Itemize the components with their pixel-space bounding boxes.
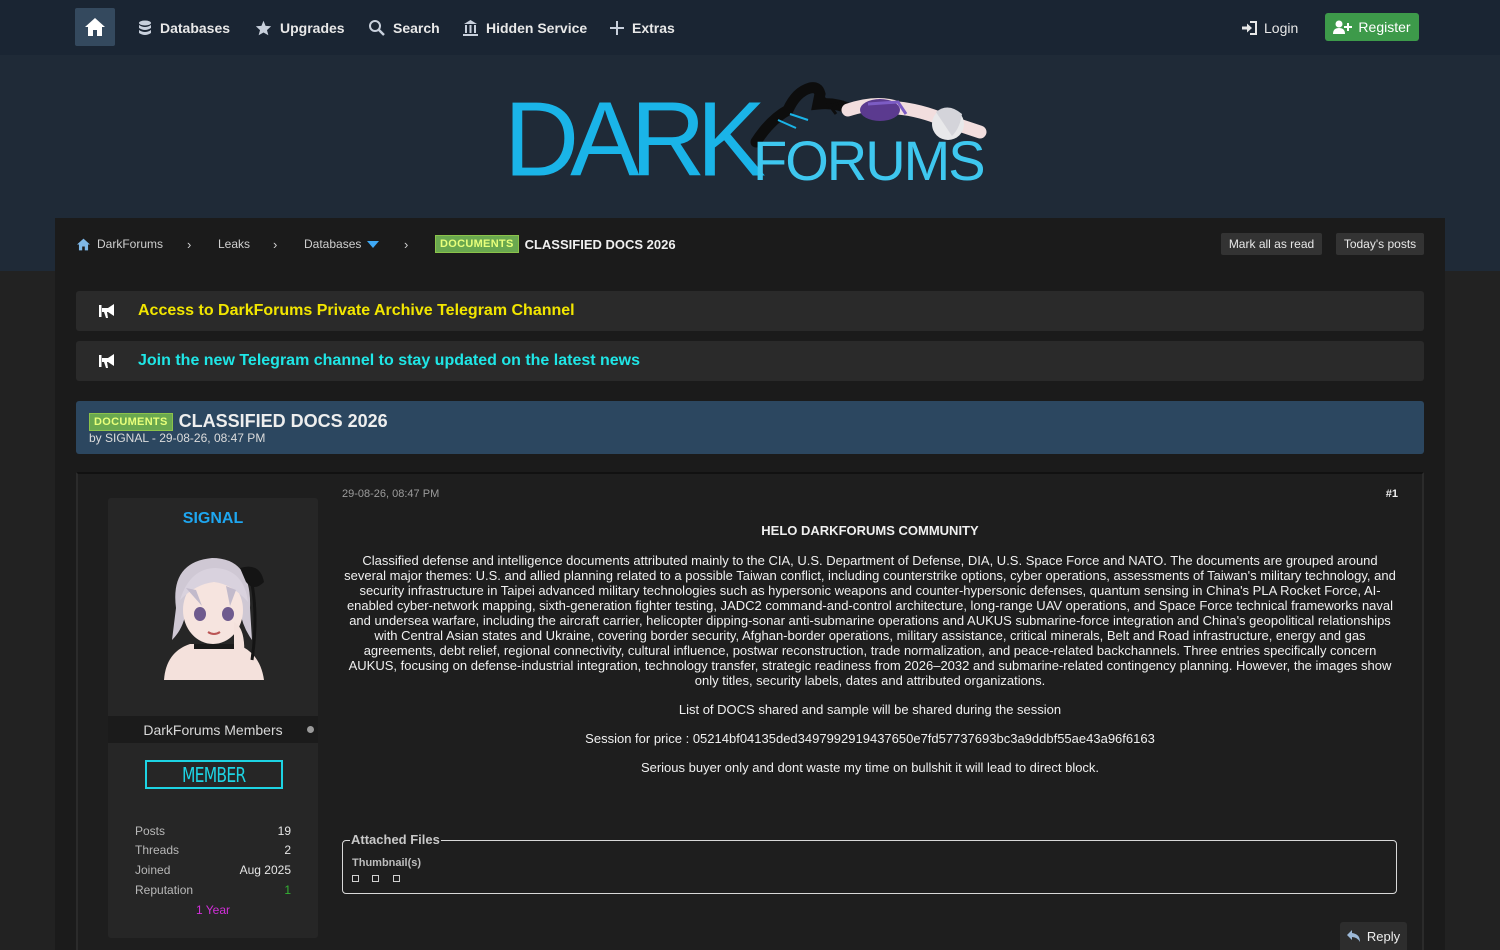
stat-label: Joined	[135, 863, 171, 877]
attached-files-box	[342, 840, 1397, 894]
attachment-thumbnail[interactable]	[352, 875, 359, 882]
breadcrumb-leaks[interactable]: Leaks	[218, 218, 250, 270]
stat-value[interactable]: 1	[284, 883, 291, 897]
breadcrumb-thread-title: CLASSIFIED DOCS 2026	[524, 236, 676, 252]
stat-value[interactable]: 19	[278, 824, 291, 838]
star-icon	[255, 20, 272, 35]
nav-databases[interactable]: Databases	[138, 0, 230, 55]
database-icon	[139, 20, 151, 35]
breadcrumb-home-label: DarkForums	[97, 237, 164, 251]
announcement-bar[interactable]: Join the new Telegram channel to stay up…	[76, 341, 1424, 381]
author-tenure-badge: 1 Year	[195, 903, 231, 917]
online-status-indicator	[307, 726, 314, 733]
author-usergroup: DarkForums Members	[108, 716, 318, 743]
todays-posts-button[interactable]: Today's posts	[1336, 233, 1424, 255]
post-date: 29-08-26, 08:47 PM	[342, 488, 440, 500]
thread-meta: by SIGNAL - 29-08-26, 08:47 PM	[89, 431, 266, 445]
stat-label: Threads	[135, 843, 180, 857]
thread-prefix-badge: DOCUMENTS	[435, 235, 519, 253]
breadcrumb-separator-icon: ›	[404, 236, 409, 252]
stat-value[interactable]: 2	[284, 843, 291, 857]
stat-label: Reputation	[135, 883, 194, 897]
attachment-thumbnail[interactable]	[393, 875, 400, 882]
announcement-megaphone-icon	[76, 341, 138, 381]
nav-search-label: Search	[393, 19, 440, 36]
logo-dark-text: DARK	[504, 80, 766, 200]
author-stat-reputation: Reputation 1	[135, 883, 291, 897]
breadcrumb-databases-label: Databases	[304, 237, 362, 251]
member-rank-badge: MEMBER	[145, 760, 283, 789]
post-paragraph: Serious buyer only and dont waste my tim…	[640, 760, 1100, 775]
post-body: HELO DARKFORUMS COMMUNITY Classified def…	[342, 523, 1398, 789]
nav-upgrades-label: Upgrades	[280, 19, 345, 36]
member-rank-label: MEMBER	[182, 762, 246, 787]
post-paragraph: List of DOCS shared and sample will be s…	[678, 702, 1062, 717]
nav-search[interactable]: Search	[368, 0, 440, 55]
breadcrumb-databases[interactable]: Databases	[304, 218, 380, 270]
register-button[interactable]: Register	[1325, 13, 1419, 41]
reply-label: Reply	[1366, 928, 1401, 944]
attached-files-legend: Attached Files	[350, 832, 441, 847]
thread-prefix-badge: DOCUMENTS	[89, 412, 173, 431]
sign-in-icon	[1242, 20, 1257, 35]
breadcrumb-leaks-label: Leaks	[218, 237, 251, 251]
home-icon	[85, 18, 105, 36]
user-plus-icon	[1333, 20, 1353, 34]
post-heading: HELO DARKFORUMS COMMUNITY	[761, 523, 979, 538]
home-icon	[77, 238, 90, 250]
announcement-text[interactable]: Access to DarkForums Private Archive Tel…	[138, 302, 575, 320]
nav-databases-label: Databases	[160, 19, 231, 36]
caret-down-icon[interactable]	[367, 240, 380, 248]
stat-label: Posts	[135, 824, 166, 838]
author-stat-joined: Joined Aug 2025	[135, 863, 291, 877]
thread-title: CLASSIFIED DOCS 2026	[178, 411, 388, 431]
reply-icon	[1346, 930, 1360, 942]
breadcrumb-separator-icon: ›	[273, 236, 278, 252]
mark-all-read-button[interactable]: Mark all as read	[1221, 233, 1322, 255]
stat-value: Aug 2025	[239, 863, 291, 877]
thread-header: DOCUMENTS CLASSIFIED DOCS 2026 by SIGNAL…	[76, 401, 1424, 454]
announcement-bar[interactable]: Access to DarkForums Private Archive Tel…	[76, 291, 1424, 331]
post-number-link[interactable]: #1	[1378, 488, 1398, 500]
post-paragraph: Session for price : 05214bf04135ded34979…	[585, 731, 1155, 746]
post-paragraph: Classified defense and intelligence docu…	[344, 553, 1396, 688]
nav-extras-label: Extras	[632, 19, 675, 36]
breadcrumb-home[interactable]: DarkForums	[76, 218, 163, 270]
thumbnails-label: Thumbnail(s)	[352, 857, 422, 869]
thread-title-row: DOCUMENTS CLASSIFIED DOCS 2026	[89, 411, 388, 432]
plus-icon	[610, 20, 624, 35]
reply-button[interactable]: Reply	[1340, 922, 1407, 950]
announcement-megaphone-icon	[76, 291, 138, 331]
author-stat-posts: Posts 19	[135, 824, 291, 838]
breadcrumb-current-thread: DOCUMENTS CLASSIFIED DOCS 2026	[435, 218, 676, 270]
register-label: Register	[1358, 19, 1411, 35]
author-stat-threads: Threads 2	[135, 843, 291, 857]
announcement-text[interactable]: Join the new Telegram channel to stay up…	[138, 352, 640, 370]
author-avatar[interactable]	[156, 548, 270, 680]
home-button[interactable]	[75, 8, 115, 46]
search-icon	[369, 20, 385, 36]
nav-hidden-service[interactable]: Hidden Service	[463, 0, 587, 55]
author-username[interactable]: SIGNAL	[108, 510, 318, 528]
nav-extras[interactable]: Extras	[610, 0, 675, 55]
breadcrumb-separator-icon: ›	[187, 236, 192, 252]
nav-hidden-service-label: Hidden Service	[486, 19, 588, 36]
nav-upgrades[interactable]: Upgrades	[255, 0, 345, 55]
top-navbar: Databases Upgrades Search Hidden Service…	[0, 0, 1500, 55]
logo-forums-text: FORUMS	[753, 129, 986, 192]
login-label: Login	[1264, 19, 1299, 36]
login-link[interactable]: Login	[1241, 0, 1298, 55]
attachment-thumbnail[interactable]	[372, 875, 379, 882]
building-icon	[463, 19, 478, 36]
